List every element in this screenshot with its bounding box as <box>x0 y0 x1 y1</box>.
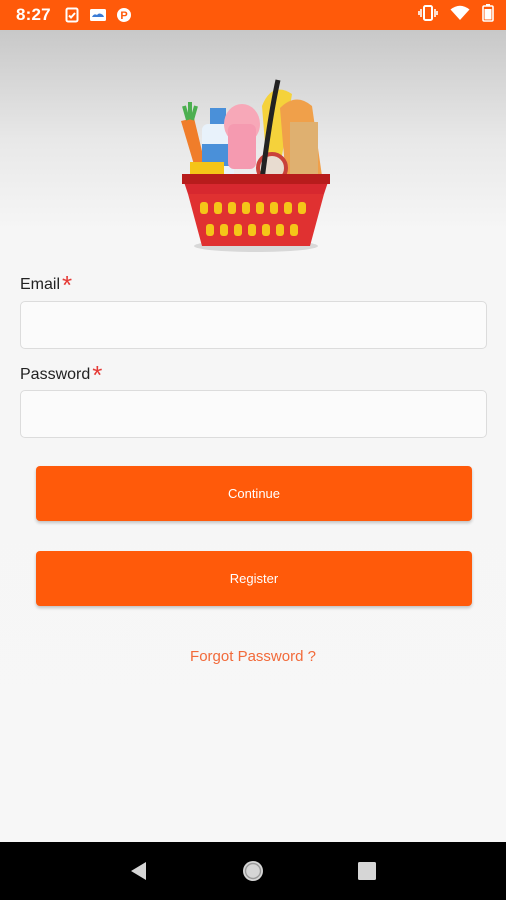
register-button[interactable]: Register <box>36 551 472 606</box>
svg-text:P: P <box>120 10 127 22</box>
back-icon[interactable] <box>119 851 159 891</box>
password-label-text: Password <box>20 366 91 383</box>
p-app-icon: P <box>116 7 131 23</box>
home-icon[interactable] <box>233 851 273 891</box>
cloud-image-icon <box>89 8 107 22</box>
status-time: 8:27 <box>16 5 51 24</box>
email-field[interactable] <box>20 301 487 349</box>
email-label-text: Email <box>20 276 61 293</box>
email-label: Email * <box>20 270 73 300</box>
grocery-basket-icon <box>176 76 336 254</box>
continue-button[interactable]: Continue <box>36 466 472 521</box>
status-bar: 8:27 P <box>0 0 506 30</box>
wifi-icon <box>450 5 470 26</box>
navigation-bar <box>0 842 506 900</box>
password-required-mark: * <box>92 360 103 390</box>
battery-icon <box>482 3 494 27</box>
clipboard-check-icon <box>65 7 79 23</box>
vibrate-icon <box>418 4 438 26</box>
email-required-mark: * <box>62 270 73 300</box>
forgot-password-link[interactable]: Forgot Password ? <box>0 648 506 665</box>
password-field[interactable] <box>20 390 487 438</box>
password-label: Password * <box>20 360 103 390</box>
recents-icon[interactable] <box>347 851 387 891</box>
